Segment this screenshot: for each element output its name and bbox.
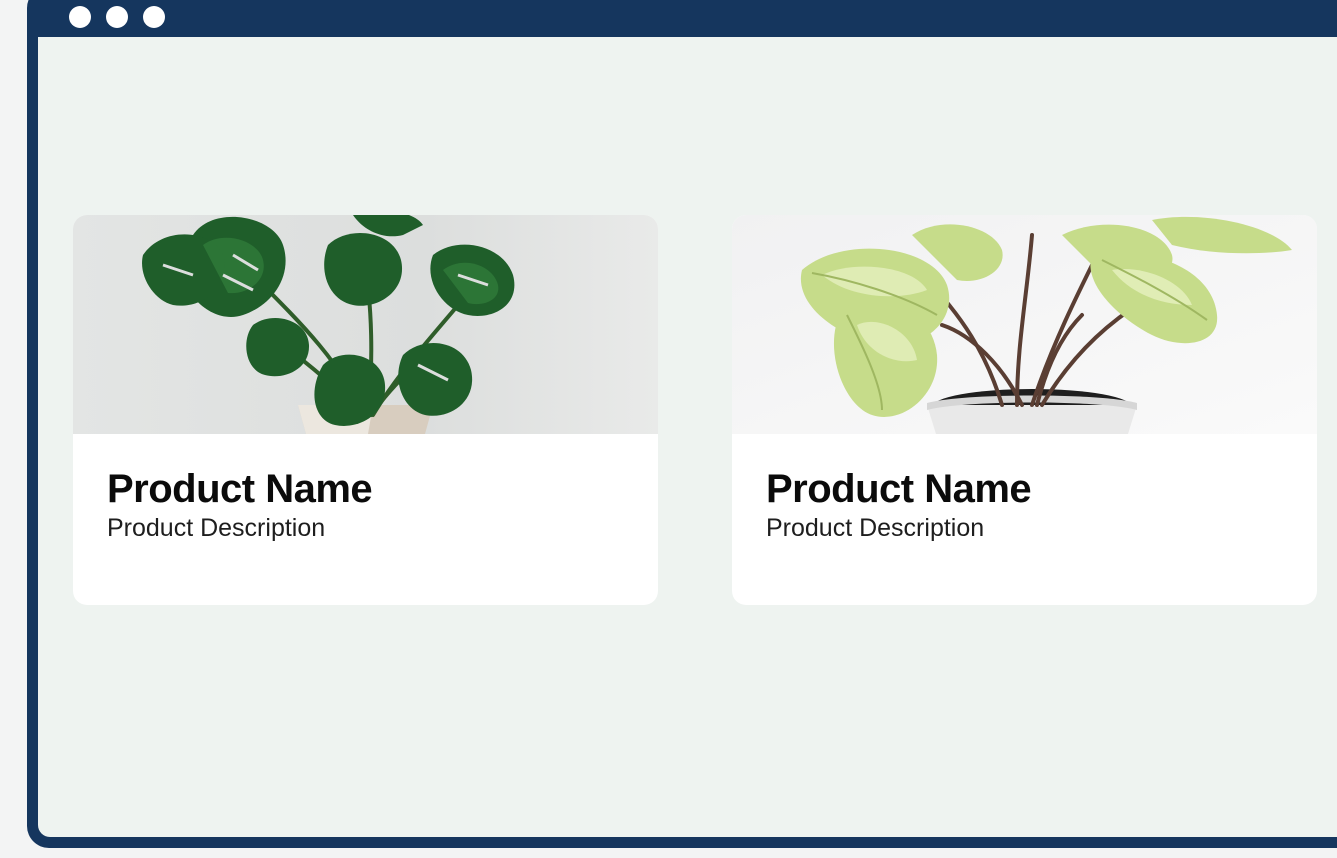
browser-window: Product Name Product Description Product… [27, 0, 1337, 848]
window-controls [69, 6, 165, 28]
syngonium-plant-icon [732, 215, 1317, 434]
product-card[interactable]: Product Name Product Description [73, 215, 658, 605]
product-name: Product Name [766, 467, 1032, 511]
card-body: Product Name Product Description [73, 434, 658, 544]
page-viewport: Product Name Product Description Product… [38, 37, 1337, 837]
product-description: Product Description [107, 514, 326, 542]
syngonium-plant-image [732, 215, 1317, 434]
product-card[interactable]: Product Name Product Description [732, 215, 1317, 605]
monstera-plant-icon [73, 215, 658, 434]
monstera-plant-image [73, 215, 658, 434]
product-name: Product Name [107, 467, 373, 511]
window-dot-icon[interactable] [143, 6, 165, 28]
product-description: Product Description [766, 514, 985, 542]
card-body: Product Name Product Description [732, 434, 1317, 544]
window-dot-icon[interactable] [69, 6, 91, 28]
window-dot-icon[interactable] [106, 6, 128, 28]
